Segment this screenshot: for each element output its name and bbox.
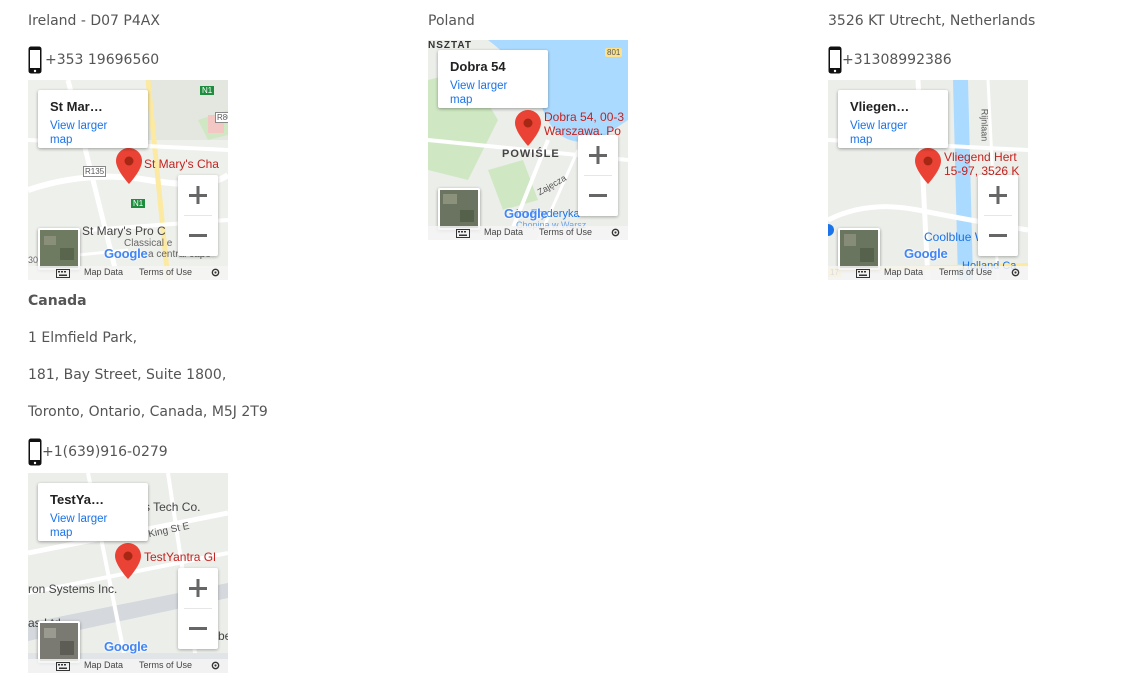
place-label: Dobra 54, 00-3 xyxy=(544,110,625,124)
zoom-in-button[interactable] xyxy=(978,175,1018,215)
map-ireland[interactable]: N1 R80 R135 N1 St Mary's Pro C Classical… xyxy=(28,80,228,280)
phone-row-canada: +1(639)916-0279 xyxy=(28,436,168,468)
address-line-3: Toronto, Ontario, Canada, M5J 2T9 xyxy=(28,404,268,420)
place-label: TestYantra Gl xyxy=(144,550,216,564)
view-larger-map-link[interactable]: View larger map xyxy=(850,119,930,147)
view-larger-map-link[interactable]: View larger map xyxy=(50,512,130,540)
satellite-toggle[interactable] xyxy=(438,188,480,230)
map-info-title: Vliegen… xyxy=(850,99,910,114)
road-label: R135 xyxy=(83,166,107,177)
road-label: N1 xyxy=(131,199,146,208)
map-pin-icon[interactable] xyxy=(915,148,941,188)
report-icon xyxy=(1011,268,1020,277)
keyboard-icon xyxy=(56,269,70,278)
map-info-card: St Mar… View larger map xyxy=(38,90,148,148)
address-line-1: 1 Elmfield Park, xyxy=(28,330,138,346)
phone-number-ireland[interactable]: +353 19696560 xyxy=(45,52,159,68)
map-info-title: TestYa… xyxy=(50,492,104,507)
zoom-control xyxy=(178,568,218,649)
google-logo: Google xyxy=(104,639,148,654)
map-canada[interactable]: s Tech Co. King St E ron Systems Inc. as… xyxy=(28,473,228,673)
map-info-card: TestYa… View larger map xyxy=(38,483,148,541)
report-icon xyxy=(611,228,620,237)
zoom-in-button[interactable] xyxy=(578,135,618,175)
road-label: R80 xyxy=(215,112,228,123)
map-data-link[interactable]: Map Data xyxy=(84,267,123,277)
place-label: Vliegend Hert xyxy=(944,150,1017,164)
zoom-out-button[interactable] xyxy=(578,176,618,216)
heading-canada: Canada xyxy=(28,293,87,309)
terms-link[interactable]: Terms of Use xyxy=(139,660,192,670)
map-pin-icon[interactable] xyxy=(115,543,141,583)
phone-row-ireland: +353 19696560 xyxy=(28,44,159,76)
google-logo: Google xyxy=(504,206,548,221)
address-ireland: Ireland - D07 P4AX xyxy=(28,13,160,29)
phone-number-netherlands[interactable]: +31308992386 xyxy=(842,52,952,68)
map-footer: Map Data Terms of Use xyxy=(828,266,1028,280)
phone-icon xyxy=(828,46,842,74)
map-pin-icon[interactable] xyxy=(116,148,142,188)
terms-link[interactable]: Terms of Use xyxy=(139,267,192,277)
place-label: s Tech Co. xyxy=(144,500,201,514)
zoom-out-icon xyxy=(989,234,1007,237)
phone-icon xyxy=(28,46,42,74)
map-footer: Map Data Terms of Use xyxy=(28,266,228,280)
road-label: N1 xyxy=(200,86,215,95)
address-poland: Poland xyxy=(428,13,475,29)
keyboard-icon xyxy=(56,662,70,671)
zoom-out-icon xyxy=(189,627,207,630)
map-poland[interactable]: NSZTAT 801 POWIŚLE Zajęcza im Fryderyka … xyxy=(428,40,628,240)
keyboard-icon xyxy=(456,229,470,238)
phone-row-netherlands: +31308992386 xyxy=(828,44,952,76)
zoom-out-icon xyxy=(589,194,607,197)
satellite-toggle[interactable] xyxy=(38,228,80,270)
report-icon xyxy=(211,661,220,670)
view-larger-map-link[interactable]: View larger map xyxy=(450,79,530,107)
place-label: 30 xyxy=(28,255,39,265)
place-label: be xyxy=(218,629,228,643)
map-info-title: St Mar… xyxy=(50,99,103,114)
phone-number-canada[interactable]: +1(639)916-0279 xyxy=(42,444,168,460)
zoom-in-button[interactable] xyxy=(178,568,218,608)
terms-link[interactable]: Terms of Use xyxy=(539,227,592,237)
street-label: Rijnlaan xyxy=(979,108,990,142)
terms-link[interactable]: Terms of Use xyxy=(939,267,992,277)
address-line-2: 181, Bay Street, Suite 1800, xyxy=(28,367,227,383)
map-pin-icon[interactable] xyxy=(515,110,541,150)
zoom-control xyxy=(578,135,618,216)
zoom-in-icon xyxy=(989,186,1007,204)
zoom-out-button[interactable] xyxy=(178,216,218,256)
place-label: St Mary's Pro C xyxy=(82,224,166,238)
google-logo: Google xyxy=(904,246,948,261)
map-data-link[interactable]: Map Data xyxy=(484,227,523,237)
report-icon xyxy=(211,268,220,277)
map-data-link[interactable]: Map Data xyxy=(884,267,923,277)
keyboard-icon xyxy=(856,269,870,278)
address-netherlands: 3526 KT Utrecht, Netherlands xyxy=(828,13,1036,29)
zoom-out-button[interactable] xyxy=(978,216,1018,256)
road-label: 801 xyxy=(605,48,623,57)
google-logo: Google xyxy=(104,246,148,261)
map-netherlands[interactable]: Rijnlaan Coolblue Win Holland Ca 17 Vlie… xyxy=(828,80,1028,280)
map-data-link[interactable]: Map Data xyxy=(84,660,123,670)
zoom-control xyxy=(178,175,218,256)
map-info-title: Dobra 54 xyxy=(450,59,506,74)
zoom-in-icon xyxy=(189,579,207,597)
place-label: ron Systems Inc. xyxy=(28,582,118,596)
place-label: St Mary's Cha xyxy=(144,157,219,171)
zoom-in-icon xyxy=(589,146,607,164)
map-info-card: Vliegen… View larger map xyxy=(838,90,948,148)
zoom-in-icon xyxy=(189,186,207,204)
map-info-card: Dobra 54 View larger map xyxy=(438,50,548,108)
satellite-toggle[interactable] xyxy=(38,621,80,663)
satellite-toggle[interactable] xyxy=(838,228,880,270)
zoom-out-button[interactable] xyxy=(178,609,218,649)
zoom-in-button[interactable] xyxy=(178,175,218,215)
zoom-out-icon xyxy=(189,234,207,237)
view-larger-map-link[interactable]: View larger map xyxy=(50,119,130,147)
map-footer: Map Data Terms of Use xyxy=(28,659,228,673)
map-footer: Map Data Terms of Use xyxy=(428,226,628,240)
zoom-control xyxy=(978,175,1018,256)
phone-icon xyxy=(28,438,42,466)
